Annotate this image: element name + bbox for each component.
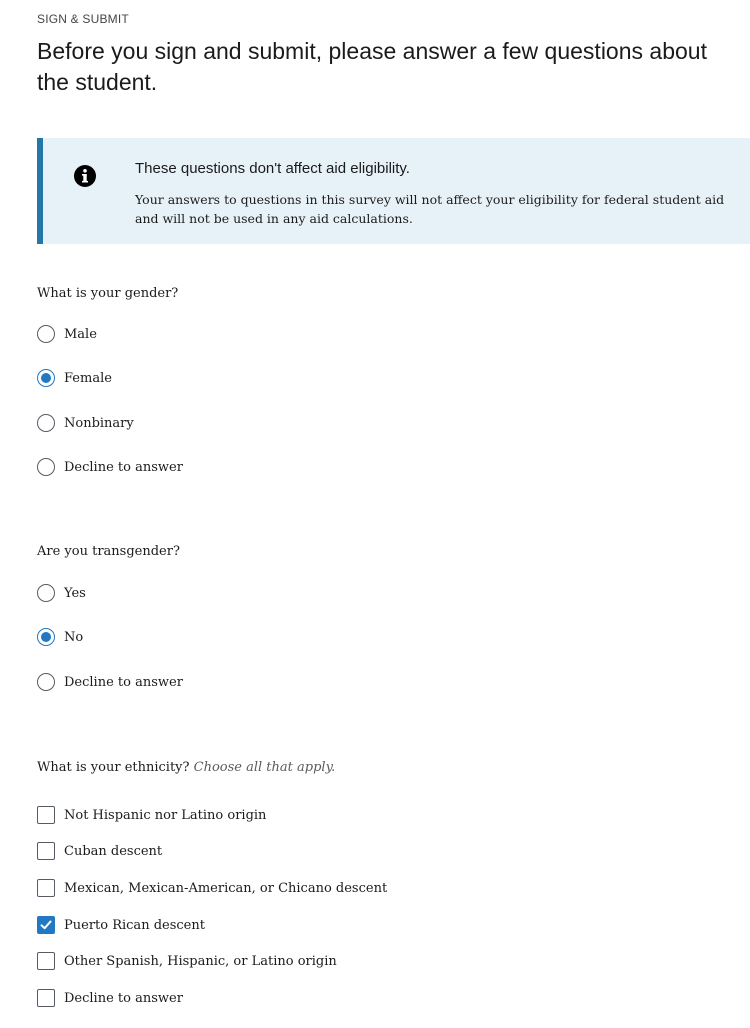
ethnicity-option-not-hispanic[interactable]: Not Hispanic nor Latino origin: [37, 804, 266, 826]
transgender-option-no[interactable]: No: [37, 626, 83, 648]
option-label: Female: [64, 370, 112, 386]
option-label: Decline to answer: [64, 990, 183, 1006]
option-label: Male: [64, 326, 97, 342]
ethnicity-option-other[interactable]: Other Spanish, Hispanic, or Latino origi…: [37, 950, 337, 972]
gender-option-female[interactable]: Female: [37, 367, 112, 389]
transgender-question: Are you transgender?: [37, 544, 180, 559]
alert-body: Your answers to questions in this survey…: [135, 192, 725, 226]
checkmark-icon: [40, 920, 52, 930]
ethnicity-hint: Choose all that apply.: [193, 760, 336, 775]
transgender-option-decline[interactable]: Decline to answer: [37, 671, 183, 693]
ethnicity-option-mexican[interactable]: Mexican, Mexican-American, or Chicano de…: [37, 877, 387, 899]
option-label: Mexican, Mexican-American, or Chicano de…: [64, 880, 388, 896]
checkbox[interactable]: [37, 952, 55, 970]
ethnicity-question-text: What is your ethnicity?: [37, 760, 190, 775]
section-eyebrow: SIGN & SUBMIT: [37, 12, 129, 26]
option-label: Puerto Rican descent: [64, 917, 205, 933]
checkbox-checked[interactable]: [37, 916, 55, 934]
checkbox[interactable]: [37, 806, 55, 824]
radio-button-selected[interactable]: [37, 628, 55, 646]
radio-button[interactable]: [37, 673, 55, 691]
gender-option-decline[interactable]: Decline to answer: [37, 456, 183, 478]
info-alert: These questions don't affect aid eligibi…: [37, 138, 750, 244]
option-label: Yes: [64, 585, 86, 601]
option-label: No: [64, 629, 84, 645]
page-title: Before you sign and submit, please answe…: [37, 38, 707, 95]
radio-button[interactable]: [37, 584, 55, 602]
alert-title: These questions don't affect aid eligibi…: [135, 160, 410, 177]
gender-option-male[interactable]: Male: [37, 323, 97, 345]
ethnicity-option-cuban[interactable]: Cuban descent: [37, 840, 162, 862]
ethnicity-question: What is your ethnicity? Choose all that …: [37, 760, 335, 775]
info-icon: [73, 164, 97, 188]
checkbox[interactable]: [37, 989, 55, 1007]
radio-button[interactable]: [37, 458, 55, 476]
checkbox[interactable]: [37, 842, 55, 860]
survey-page: SIGN & SUBMIT Before you sign and submit…: [37, 0, 750, 1007]
radio-button-selected[interactable]: [37, 369, 55, 387]
option-label: Not Hispanic nor Latino origin: [64, 807, 267, 823]
ethnicity-option-decline[interactable]: Decline to answer: [37, 987, 183, 1009]
ethnicity-option-puerto-rican[interactable]: Puerto Rican descent: [37, 914, 205, 936]
transgender-option-yes[interactable]: Yes: [37, 582, 86, 604]
gender-option-nonbinary[interactable]: Nonbinary: [37, 412, 134, 434]
gender-question: What is your gender?: [37, 286, 179, 301]
option-label: Decline to answer: [64, 674, 183, 690]
checkbox[interactable]: [37, 879, 55, 897]
option-label: Decline to answer: [64, 459, 183, 475]
radio-button[interactable]: [37, 325, 55, 343]
radio-button[interactable]: [37, 414, 55, 432]
option-label: Cuban descent: [64, 843, 163, 859]
option-label: Nonbinary: [64, 415, 134, 431]
option-label: Other Spanish, Hispanic, or Latino origi…: [64, 953, 337, 969]
